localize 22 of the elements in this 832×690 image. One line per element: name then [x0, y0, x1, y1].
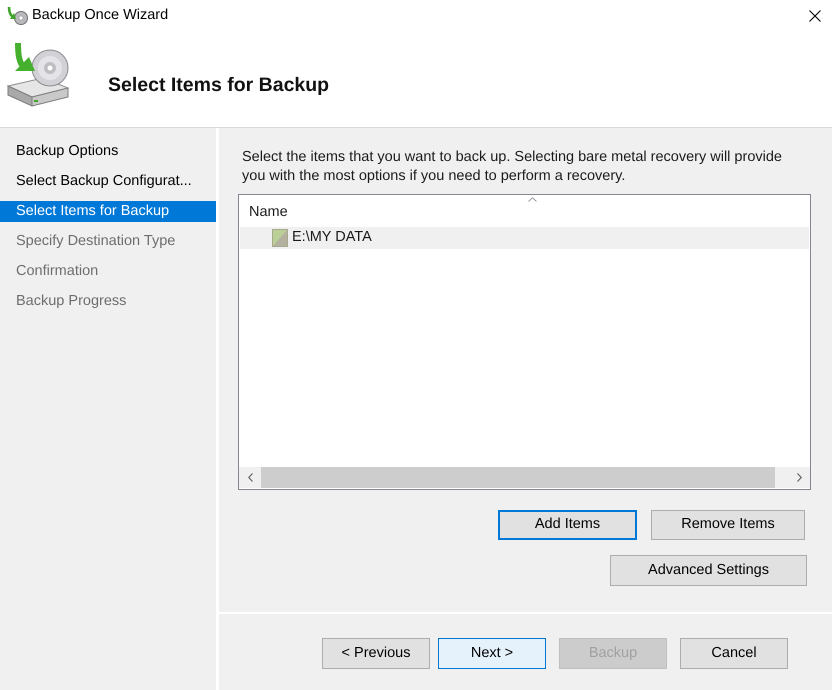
wizard-step[interactable]: Backup Options: [0, 141, 216, 162]
dialog-button[interactable]: Cancel: [680, 638, 788, 669]
dialog-button[interactable]: Next >: [438, 638, 546, 669]
page-title: Select Items for Backup: [108, 73, 330, 98]
column-header[interactable]: Name: [249, 202, 288, 224]
dialog-button[interactable]: Advanced Settings: [610, 555, 807, 586]
dialog-button[interactable]: Add Items: [498, 510, 637, 540]
chevron-right-icon: [796, 473, 802, 482]
tile-icon: [272, 229, 288, 247]
item-name: E:\MY DATA: [292, 228, 372, 248]
app-icon: [6, 6, 28, 26]
list-row[interactable]: E:\MY DATA: [240, 227, 809, 249]
dialog-button[interactable]: < Previous: [322, 638, 430, 669]
chevron-left-icon: [248, 473, 252, 482]
drive-disc-arrow-icon: [5, 41, 71, 107]
wizard-step[interactable]: Select Backup Configurat...: [0, 171, 216, 192]
item-list[interactable]: Name E:\MY DATA: [238, 194, 811, 490]
instructions-text: Select the items that you want to back up. Selecting bare metal recovery will provide you with the most options if you need to perform a recovery.: [242, 148, 783, 186]
wizard-step[interactable]: Select Items for Backup: [0, 201, 216, 222]
window-title: Backup Once Wizard: [32, 6, 170, 26]
close-icon: [809, 10, 821, 22]
dialog-button[interactable]: Remove Items: [651, 510, 805, 540]
